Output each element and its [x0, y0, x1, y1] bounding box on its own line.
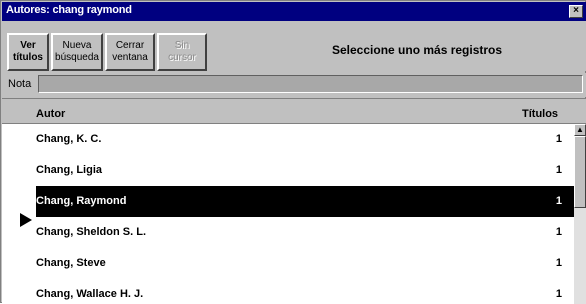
column-header-titles[interactable]: Títulos — [522, 108, 558, 120]
arrow-right-icon — [20, 213, 32, 227]
close-window-line1: Cerrar — [115, 40, 145, 51]
title-bar: Autores: chang raymond × — [2, 2, 586, 21]
disabled-button-line2: cursor — [168, 52, 196, 63]
author-cell: Chang, Sheldon S. L. — [36, 226, 146, 238]
author-cell: Chang, Steve — [36, 257, 106, 269]
table-row[interactable]: Chang, Wallace H. J. 1 — [36, 279, 574, 304]
table-row[interactable]: Chang, Steve 1 — [36, 248, 574, 279]
scroll-thumb[interactable] — [574, 136, 586, 208]
note-bar: Nota — [2, 73, 586, 97]
authors-table: Autor Títulos Chang, K. C. 1 Chang, Ligi… — [2, 98, 586, 304]
close-icon[interactable]: × — [569, 5, 583, 18]
titles-count-cell: 1 — [555, 288, 562, 300]
disabled-button-line1: Sin — [174, 40, 190, 51]
row-selector[interactable] — [2, 124, 36, 304]
view-titles-line1: Ver — [20, 40, 36, 51]
table-row[interactable]: Chang, Sheldon S. L. 1 — [36, 217, 574, 248]
view-titles-line2: títulos — [13, 52, 43, 63]
disabled-cursor-button: Sin cursor — [157, 33, 207, 71]
author-cell: Chang, Raymond — [36, 195, 127, 207]
new-search-line1: Nueva — [62, 40, 92, 51]
note-field[interactable] — [38, 75, 583, 93]
column-header-author[interactable]: Autor — [36, 108, 65, 120]
titles-count-cell: 1 — [555, 164, 562, 176]
table-row[interactable]: Chang, K. C. 1 — [36, 124, 574, 155]
titles-count-cell: 1 — [555, 257, 562, 269]
titles-count-cell: 1 — [555, 133, 562, 145]
table-row-selected[interactable]: Chang, Raymond 1 — [36, 186, 574, 217]
chevron-up-icon[interactable]: ▲ — [574, 124, 586, 136]
titles-count-cell: 1 — [555, 195, 562, 207]
window-title: Autores: chang raymond — [6, 4, 132, 16]
toolbar: Ver títulos Nueva búsqueda Cerrar ventan… — [2, 21, 586, 71]
close-window-line2: ventana — [112, 52, 148, 63]
authors-window: Autores: chang raymond × Ver títulos Nue… — [0, 0, 586, 304]
scroll-track[interactable] — [574, 208, 586, 304]
author-cell: Chang, Wallace H. J. — [36, 288, 144, 300]
titles-count-cell: 1 — [555, 226, 562, 238]
table-row[interactable]: Chang, Ligia 1 — [36, 155, 574, 186]
new-search-line2: búsqueda — [55, 52, 99, 63]
table-header: Autor Títulos — [2, 99, 586, 124]
author-cell: Chang, Ligia — [36, 164, 102, 176]
vertical-scrollbar[interactable]: ▲ — [574, 124, 586, 304]
note-label: Nota — [8, 78, 32, 90]
view-titles-button[interactable]: Ver títulos — [7, 33, 49, 71]
new-search-button[interactable]: Nueva búsqueda — [51, 33, 103, 71]
selection-hint: Seleccione uno más registros — [332, 43, 503, 57]
author-cell: Chang, K. C. — [36, 133, 102, 145]
close-window-button[interactable]: Cerrar ventana — [105, 33, 155, 71]
